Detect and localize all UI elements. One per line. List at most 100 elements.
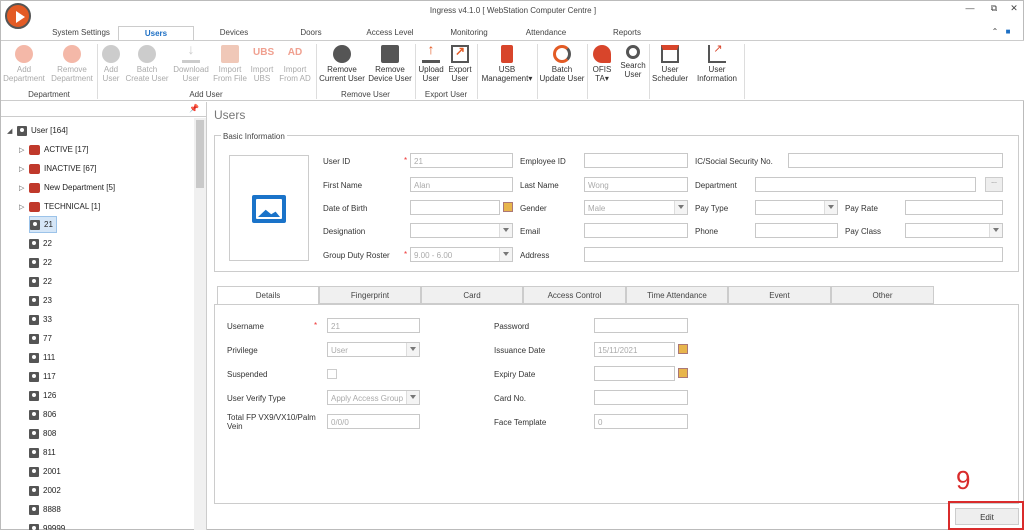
upload-user-button[interactable]: ↑ Upload User (417, 42, 445, 83)
import-from-file-button[interactable]: Import From File (212, 45, 248, 83)
restore-icon[interactable]: ⧉ (985, 3, 1003, 17)
tab-other[interactable]: Other (831, 286, 934, 304)
tree-user-item[interactable]: 99999 (29, 520, 65, 530)
username-field[interactable]: 21 (327, 318, 420, 333)
calendar-icon[interactable] (503, 202, 513, 212)
tree-user-item[interactable]: 2002 (29, 482, 61, 499)
tab-time-attendance[interactable]: Time Attendance (626, 286, 728, 304)
calendar-icon[interactable] (678, 368, 688, 378)
last-name-field[interactable]: Wong (584, 177, 688, 192)
tree-group[interactable]: ▷ New Department [5] (19, 179, 115, 196)
tree-scrollbar-thumb[interactable] (196, 120, 204, 188)
close-icon[interactable]: ✕ (1005, 3, 1023, 17)
collapse-arrow-icon[interactable]: ◢ (7, 127, 17, 135)
user-id-field[interactable]: 21 (410, 153, 513, 168)
tree-user-item[interactable]: 806 (29, 406, 56, 423)
edit-button[interactable]: Edit (955, 508, 1019, 525)
tab-system-settings[interactable]: System Settings (41, 26, 121, 41)
tree-user-item[interactable]: 111 (29, 349, 55, 366)
batch-create-user-button[interactable]: Batch Create User (125, 45, 169, 83)
privilege-select[interactable]: User (327, 342, 420, 357)
address-field[interactable] (584, 247, 1003, 262)
search-user-button[interactable]: Search User (618, 45, 648, 79)
pin-icon[interactable]: 📌 (189, 104, 199, 113)
collapse-ribbon-icon[interactable]: ⌃ (989, 25, 1001, 40)
remove-current-user-button[interactable]: Remove Current User (318, 45, 366, 83)
batch-update-user-button[interactable]: Batch Update User (539, 45, 585, 83)
tree-user-item[interactable]: 21 (29, 216, 57, 233)
remove-department-button[interactable]: Remove Department (49, 45, 95, 83)
import-ubs-button[interactable]: UBS Import UBS (249, 45, 275, 84)
department-field[interactable] (755, 177, 976, 192)
gender-select[interactable]: Male (584, 200, 688, 215)
user-scheduler-button[interactable]: User Scheduler (651, 45, 689, 83)
ic-field[interactable] (788, 153, 1003, 168)
ofis-ta-button[interactable]: OFIS TA▾ (589, 45, 615, 83)
tree-root[interactable]: ◢ User [164] (7, 122, 68, 139)
phone-field[interactable] (755, 223, 838, 238)
expand-arrow-icon[interactable]: ▷ (19, 146, 29, 154)
tab-attendance[interactable]: Attendance (516, 26, 576, 41)
calendar-icon[interactable] (678, 344, 688, 354)
pay-rate-field[interactable] (905, 200, 1003, 215)
tab-access-control[interactable]: Access Control (523, 286, 626, 304)
tab-monitoring[interactable]: Monitoring (437, 26, 501, 41)
tab-access-level[interactable]: Access Level (357, 26, 423, 41)
email-field[interactable] (584, 223, 688, 238)
tab-devices[interactable]: Devices (206, 26, 262, 41)
tab-doors[interactable]: Doors (283, 26, 339, 41)
password-field[interactable] (594, 318, 688, 333)
tab-card[interactable]: Card (421, 286, 523, 304)
import-from-ad-button[interactable]: AD Import From AD (277, 45, 313, 84)
dob-field[interactable] (410, 200, 500, 215)
verify-type-select[interactable]: Apply Access Group (327, 390, 420, 405)
tree-user-item[interactable]: 8888 (29, 501, 61, 518)
face-template-field[interactable]: 0 (594, 414, 688, 429)
tree-group[interactable]: ▷ TECHNICAL [1] (19, 198, 100, 215)
tree-group[interactable]: ▷ INACTIVE [67] (19, 160, 96, 177)
card-no-field[interactable] (594, 390, 688, 405)
required-mark: * (314, 321, 318, 330)
tree-user-item[interactable]: 808 (29, 425, 56, 442)
tab-fingerprint[interactable]: Fingerprint (319, 286, 421, 304)
tree-user-item[interactable]: 117 (29, 368, 56, 385)
tree-user-item[interactable]: 811 (29, 444, 56, 461)
office-icon[interactable]: ■ (1003, 25, 1013, 40)
tree-user-item[interactable]: 126 (29, 387, 56, 404)
expand-arrow-icon[interactable]: ▷ (19, 184, 29, 192)
expiry-date-field[interactable] (594, 366, 675, 381)
tree-user-item[interactable]: 22 (29, 235, 52, 252)
tree-user-item[interactable]: 23 (29, 292, 52, 309)
tree-user-item[interactable]: 2001 (29, 463, 61, 480)
issuance-date-field[interactable]: 15/11/2021 (594, 342, 675, 357)
employee-id-field[interactable] (584, 153, 688, 168)
tree-group[interactable]: ▷ ACTIVE [17] (19, 141, 88, 158)
tree-user-item[interactable]: 22 (29, 273, 52, 290)
first-name-field[interactable]: Alan (410, 177, 513, 192)
tree-user-item[interactable]: 22 (29, 254, 52, 271)
user-information-button[interactable]: ↗ User Information (693, 44, 741, 84)
designation-select[interactable] (410, 223, 513, 238)
suspended-checkbox[interactable] (327, 369, 337, 379)
remove-device-user-button[interactable]: Remove Device User (367, 45, 413, 83)
add-department-button[interactable]: Add Department (3, 45, 45, 83)
user-photo[interactable] (229, 155, 309, 261)
expand-arrow-icon[interactable]: ▷ (19, 203, 29, 211)
tab-users[interactable]: Users (118, 26, 194, 41)
tree-user-item[interactable]: 33 (29, 311, 52, 328)
usb-management-button[interactable]: USB Management▾ (479, 45, 535, 83)
pay-class-select[interactable] (905, 223, 1003, 238)
tree-user-item[interactable]: 77 (29, 330, 52, 347)
expand-arrow-icon[interactable]: ▷ (19, 165, 29, 173)
add-user-button[interactable]: Add User (99, 45, 123, 83)
tab-details[interactable]: Details (217, 286, 319, 305)
download-user-button[interactable]: ↓ Download User (171, 42, 211, 83)
tab-reports[interactable]: Reports (599, 26, 655, 41)
pay-type-select[interactable] (755, 200, 838, 215)
department-browse-button[interactable]: ... (985, 177, 1003, 192)
tab-event[interactable]: Event (728, 286, 831, 304)
fp-count-field[interactable]: 0/0/0 (327, 414, 420, 429)
export-user-button[interactable]: ↗ Export User (446, 45, 474, 83)
roster-select[interactable]: 9.00 - 6.00 (410, 247, 513, 262)
minimize-icon[interactable]: — (961, 3, 979, 17)
